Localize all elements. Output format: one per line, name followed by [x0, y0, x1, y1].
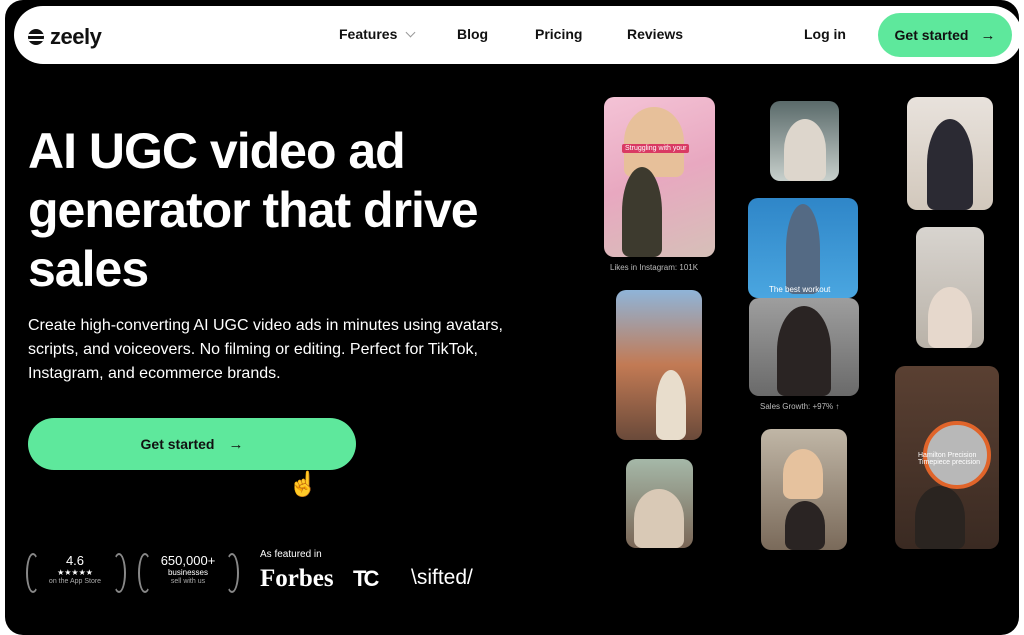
sifted-logo: \sifted/ [411, 566, 473, 589]
video-thumbnail [928, 287, 972, 348]
arrow-right-icon: → [228, 435, 244, 453]
video-card[interactable]: The best workout [748, 198, 858, 298]
video-thumbnail [777, 306, 831, 396]
video-person [915, 486, 965, 549]
zeely-logo-icon [28, 29, 44, 45]
hero-subtitle: Create high-converting AI UGC video ads … [28, 317, 503, 382]
instagram-likes-caption: Likes in Instagram: 101K [610, 263, 699, 272]
featured-label: As featured in [260, 549, 322, 560]
video-caption-overlay: Hamilton Precision Timepiece precision [918, 452, 980, 466]
techcrunch-logo: TC [353, 566, 379, 591]
video-thumbnail [786, 204, 820, 294]
nav-blog[interactable]: Blog [457, 26, 488, 42]
laurel-icon [138, 553, 152, 593]
hero-title: AI UGC video ad generator that drive sal… [28, 123, 479, 297]
video-person [785, 501, 825, 550]
video-card[interactable] [749, 298, 859, 396]
businesses-sub: sell with us [170, 578, 206, 585]
nav-features[interactable]: Features [339, 26, 416, 42]
video-card[interactable] [907, 97, 993, 210]
businesses-label: businesses [167, 568, 209, 577]
hero-section: zeely Features Blog Pricing Reviews Log … [5, 0, 1019, 635]
video-card[interactable]: Hamilton Precision Timepiece precision [895, 366, 999, 549]
laurel-icon [225, 553, 239, 593]
top-navbar: zeely Features Blog Pricing Reviews Log … [14, 6, 1019, 64]
video-caption-overlay: The best workout [769, 285, 831, 294]
laurel-icon [112, 553, 126, 593]
rating-stars: ★★★★★ [57, 568, 93, 577]
businesses-badge: 650,000+ businesses sell with us [153, 553, 223, 586]
video-thumbnail [927, 119, 973, 210]
nav-reviews[interactable]: Reviews [627, 26, 683, 42]
video-thumbnail [656, 370, 686, 440]
hero-cta-label: Get started [140, 436, 215, 452]
arrow-right-icon: → [980, 26, 996, 44]
chevron-down-icon [405, 27, 416, 38]
video-card[interactable] [761, 429, 847, 550]
video-card[interactable] [616, 290, 702, 440]
rating-source: on the App Store [48, 578, 102, 585]
logo-text: zeely [50, 24, 102, 49]
nav-pricing[interactable]: Pricing [535, 26, 582, 42]
video-card[interactable]: Struggling with your [604, 97, 715, 257]
hand-cursor-icon: ☝ [288, 471, 318, 498]
video-card[interactable] [916, 227, 984, 348]
video-thumbnail [624, 107, 684, 177]
nav-cta-label: Get started [894, 27, 969, 43]
video-thumbnail [784, 119, 826, 181]
forbes-logo: Forbes [260, 565, 334, 592]
nav-features-label: Features [339, 26, 398, 42]
video-person [622, 167, 662, 257]
sales-growth-caption: Sales Growth: +97% ↑ [760, 402, 840, 411]
video-card[interactable] [626, 459, 693, 548]
logo[interactable]: zeely [28, 24, 102, 50]
video-card[interactable] [770, 101, 839, 181]
login-link[interactable]: Log in [804, 26, 846, 42]
rating-value: 4.6 [65, 553, 85, 568]
app-store-rating-badge: 4.6 ★★★★★ on the App Store [42, 553, 108, 586]
video-thumbnail [783, 449, 823, 499]
hero-get-started-button[interactable]: Get started → [28, 418, 356, 470]
video-thumbnail [634, 489, 684, 548]
laurel-icon [26, 553, 40, 593]
businesses-count: 650,000+ [160, 553, 216, 568]
video-caption-overlay: Struggling with your [622, 144, 690, 153]
nav-get-started-button[interactable]: Get started → [878, 13, 1012, 57]
